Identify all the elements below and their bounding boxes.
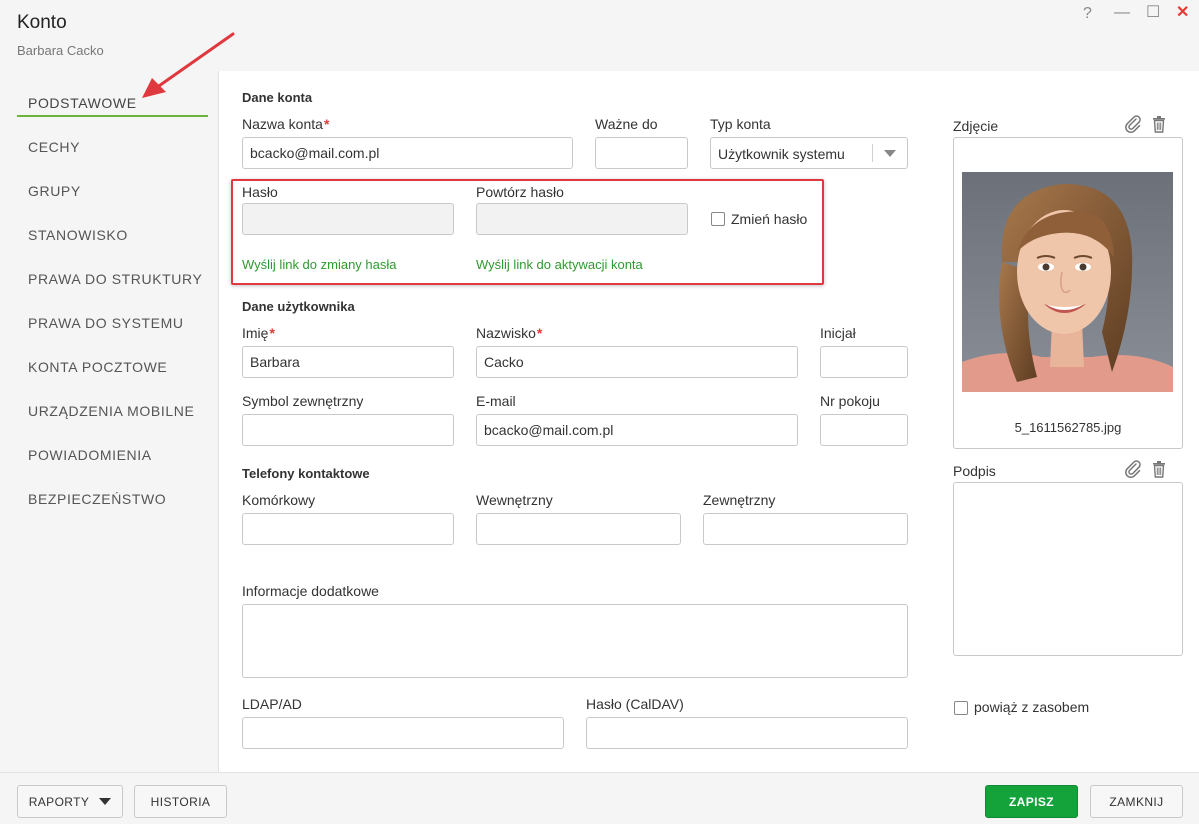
minimize-icon[interactable]: —	[1114, 4, 1130, 22]
valid-until-label: Ważne do	[595, 116, 658, 132]
additional-info-label: Informacje dodatkowe	[242, 583, 379, 599]
external-symbol-label: Symbol zewnętrzny	[242, 393, 364, 409]
mobile-phone-input[interactable]	[242, 513, 454, 545]
user-photo	[962, 172, 1173, 392]
caldav-password-input[interactable]	[586, 717, 908, 749]
annotation-highlight-box	[231, 179, 824, 285]
account-name-input[interactable]	[242, 137, 573, 169]
last-name-label: Nazwisko*	[476, 325, 543, 341]
internal-phone-label: Wewnętrzny	[476, 492, 553, 508]
reports-button-label: RAPORTY	[28, 794, 90, 809]
history-button[interactable]: HISTORIA	[134, 785, 227, 818]
link-resource-checkbox[interactable]	[954, 701, 968, 715]
ldap-label: LDAP/AD	[242, 696, 302, 712]
account-type-select[interactable]: Użytkownik systemu	[710, 137, 908, 169]
help-icon[interactable]: ?	[1083, 5, 1092, 23]
signature-label: Podpis	[953, 463, 996, 479]
caldav-password-label: Hasło (CalDAV)	[586, 696, 684, 712]
sidebar-item-stanowisko[interactable]: STANOWISKO	[28, 227, 128, 243]
footer-bar: RAPORTY HISTORIA ZAPISZ ZAMKNIJ	[0, 772, 1199, 824]
chevron-down-icon	[99, 798, 112, 805]
sidebar-item-prawa-do-struktury[interactable]: PRAWA DO STRUKTURY	[28, 271, 202, 287]
first-name-input[interactable]	[242, 346, 454, 378]
chevron-down-icon	[884, 150, 896, 157]
trash-icon[interactable]	[1150, 115, 1168, 133]
sidebar-item-bezpieczenstwo[interactable]: BEZPIECZEŃSTWO	[28, 491, 166, 507]
sidebar-item-konta-pocztowe[interactable]: KONTA POCZTOWE	[28, 359, 167, 375]
email-label: E-mail	[476, 393, 516, 409]
sidebar: PODSTAWOWE CECHY GRUPY STANOWISKO PRAWA …	[0, 71, 219, 772]
paperclip-icon[interactable]	[1124, 115, 1142, 133]
initial-input[interactable]	[820, 346, 908, 378]
external-phone-label: Zewnętrzny	[703, 492, 776, 508]
annotation-arrow	[142, 32, 235, 98]
paperclip-icon[interactable]	[1124, 460, 1142, 478]
room-number-input[interactable]	[820, 414, 908, 446]
email-input[interactable]	[476, 414, 798, 446]
reports-dropdown-button[interactable]: RAPORTY	[17, 785, 123, 818]
initial-label: Inicjał	[820, 325, 856, 341]
section-title-account: Dane konta	[242, 90, 313, 105]
account-type-value: Użytkownik systemu	[718, 146, 845, 162]
account-name-label: Nazwa konta*	[242, 116, 330, 132]
window-subtitle: Barbara Cacko	[17, 43, 104, 58]
sidebar-item-podstawowe[interactable]: PODSTAWOWE	[28, 95, 137, 111]
save-button[interactable]: ZAPISZ	[985, 785, 1078, 818]
maximize-icon[interactable]: ☐	[1146, 4, 1160, 22]
select-separator	[872, 144, 873, 162]
section-title-phones: Telefony kontaktowe	[242, 466, 370, 481]
section-title-user: Dane użytkownika	[242, 299, 355, 314]
additional-info-textarea[interactable]	[242, 604, 908, 678]
first-name-label: Imię*	[242, 325, 275, 341]
valid-until-input[interactable]	[595, 137, 688, 169]
last-name-input[interactable]	[476, 346, 798, 378]
mobile-phone-label: Komórkowy	[242, 492, 316, 508]
internal-phone-input[interactable]	[476, 513, 681, 545]
account-type-label: Typ konta	[710, 116, 771, 132]
close-button[interactable]: ZAMKNIJ	[1090, 785, 1183, 818]
external-symbol-input[interactable]	[242, 414, 454, 446]
photo-label: Zdjęcie	[953, 118, 999, 134]
sidebar-item-cechy[interactable]: CECHY	[28, 139, 80, 155]
sidebar-item-powiadomienia[interactable]: POWIADOMIENIA	[28, 447, 152, 463]
sidebar-item-urzadzenia-mobilne[interactable]: URZĄDZENIA MOBILNE	[28, 403, 194, 419]
external-phone-input[interactable]	[703, 513, 908, 545]
sidebar-item-grupy[interactable]: GRUPY	[28, 183, 81, 199]
sidebar-item-prawa-do-systemu[interactable]: PRAWA DO SYSTEMU	[28, 315, 184, 331]
active-tab-indicator	[17, 115, 208, 117]
close-icon[interactable]: ✕	[1176, 4, 1189, 22]
photo-filename: 5_1611562785.jpg	[1014, 420, 1122, 435]
link-resource-label: powiąż z zasobem	[974, 699, 1090, 715]
room-number-label: Nr pokoju	[820, 393, 880, 409]
ldap-input[interactable]	[242, 717, 564, 749]
signature-panel[interactable]	[953, 482, 1183, 656]
window-title: Konto	[17, 12, 67, 33]
trash-icon[interactable]	[1150, 460, 1168, 478]
